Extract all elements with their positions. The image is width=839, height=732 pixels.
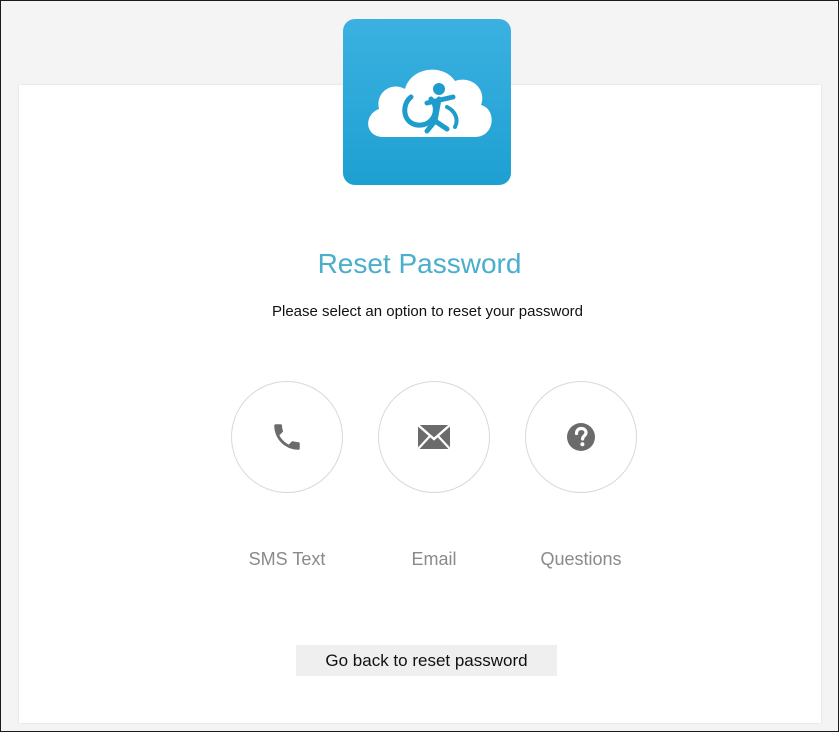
questions-option-label[interactable]: Questions	[516, 547, 646, 571]
email-option-label[interactable]: Email	[369, 547, 499, 571]
questions-option-button[interactable]	[525, 381, 637, 493]
phone-icon	[274, 424, 300, 450]
sms-option-label[interactable]: SMS Text	[222, 547, 352, 571]
cloud-logo-icon	[368, 69, 492, 137]
question-circle-icon	[567, 423, 595, 451]
app-logo	[343, 19, 511, 185]
go-back-button[interactable]: Go back to reset password	[296, 645, 557, 676]
email-option-button[interactable]	[378, 381, 490, 493]
sms-option-button[interactable]	[231, 381, 343, 493]
envelope-icon	[417, 424, 451, 450]
page-title: Reset Password	[317, 248, 522, 279]
page-subtitle: Please select an option to reset your pa…	[271, 303, 583, 320]
